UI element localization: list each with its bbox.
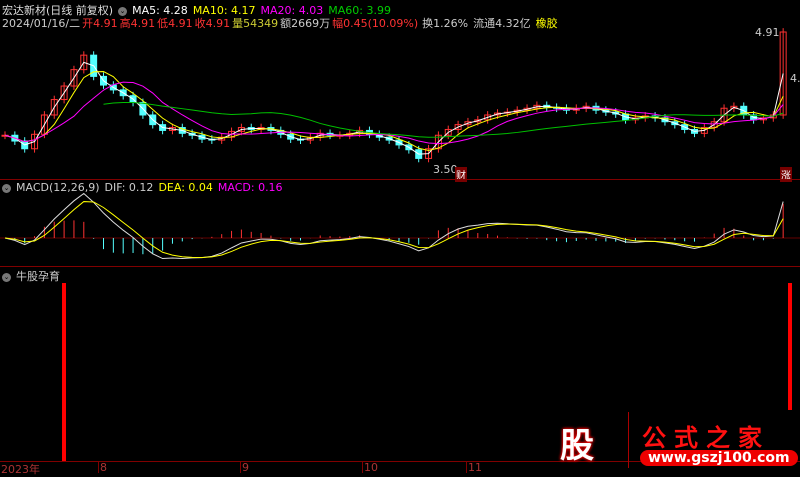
right-price-label: 4. xyxy=(790,72,800,85)
axis-month: 9 xyxy=(242,461,249,474)
watermark-logo: 股 xyxy=(560,426,594,466)
low-price-label: 3.50 xyxy=(433,163,458,176)
watermark-url: www.gszj100.com xyxy=(640,450,798,466)
axis-month: 10 xyxy=(364,461,378,474)
axis-month: 8 xyxy=(100,461,107,474)
candlestick-chart[interactable] xyxy=(0,0,800,178)
axis-month: 11 xyxy=(468,461,482,474)
signal-bar xyxy=(62,283,66,461)
dif-line xyxy=(4,192,784,260)
ma5-line xyxy=(4,61,784,155)
axis-year: 2023年 xyxy=(1,463,40,476)
high-price-label: 4.91 xyxy=(755,26,780,39)
signal-bar xyxy=(788,283,792,410)
macd-chart[interactable] xyxy=(0,180,800,266)
ma10-line xyxy=(4,71,784,151)
watermark-title: 公式之家 xyxy=(642,424,770,452)
